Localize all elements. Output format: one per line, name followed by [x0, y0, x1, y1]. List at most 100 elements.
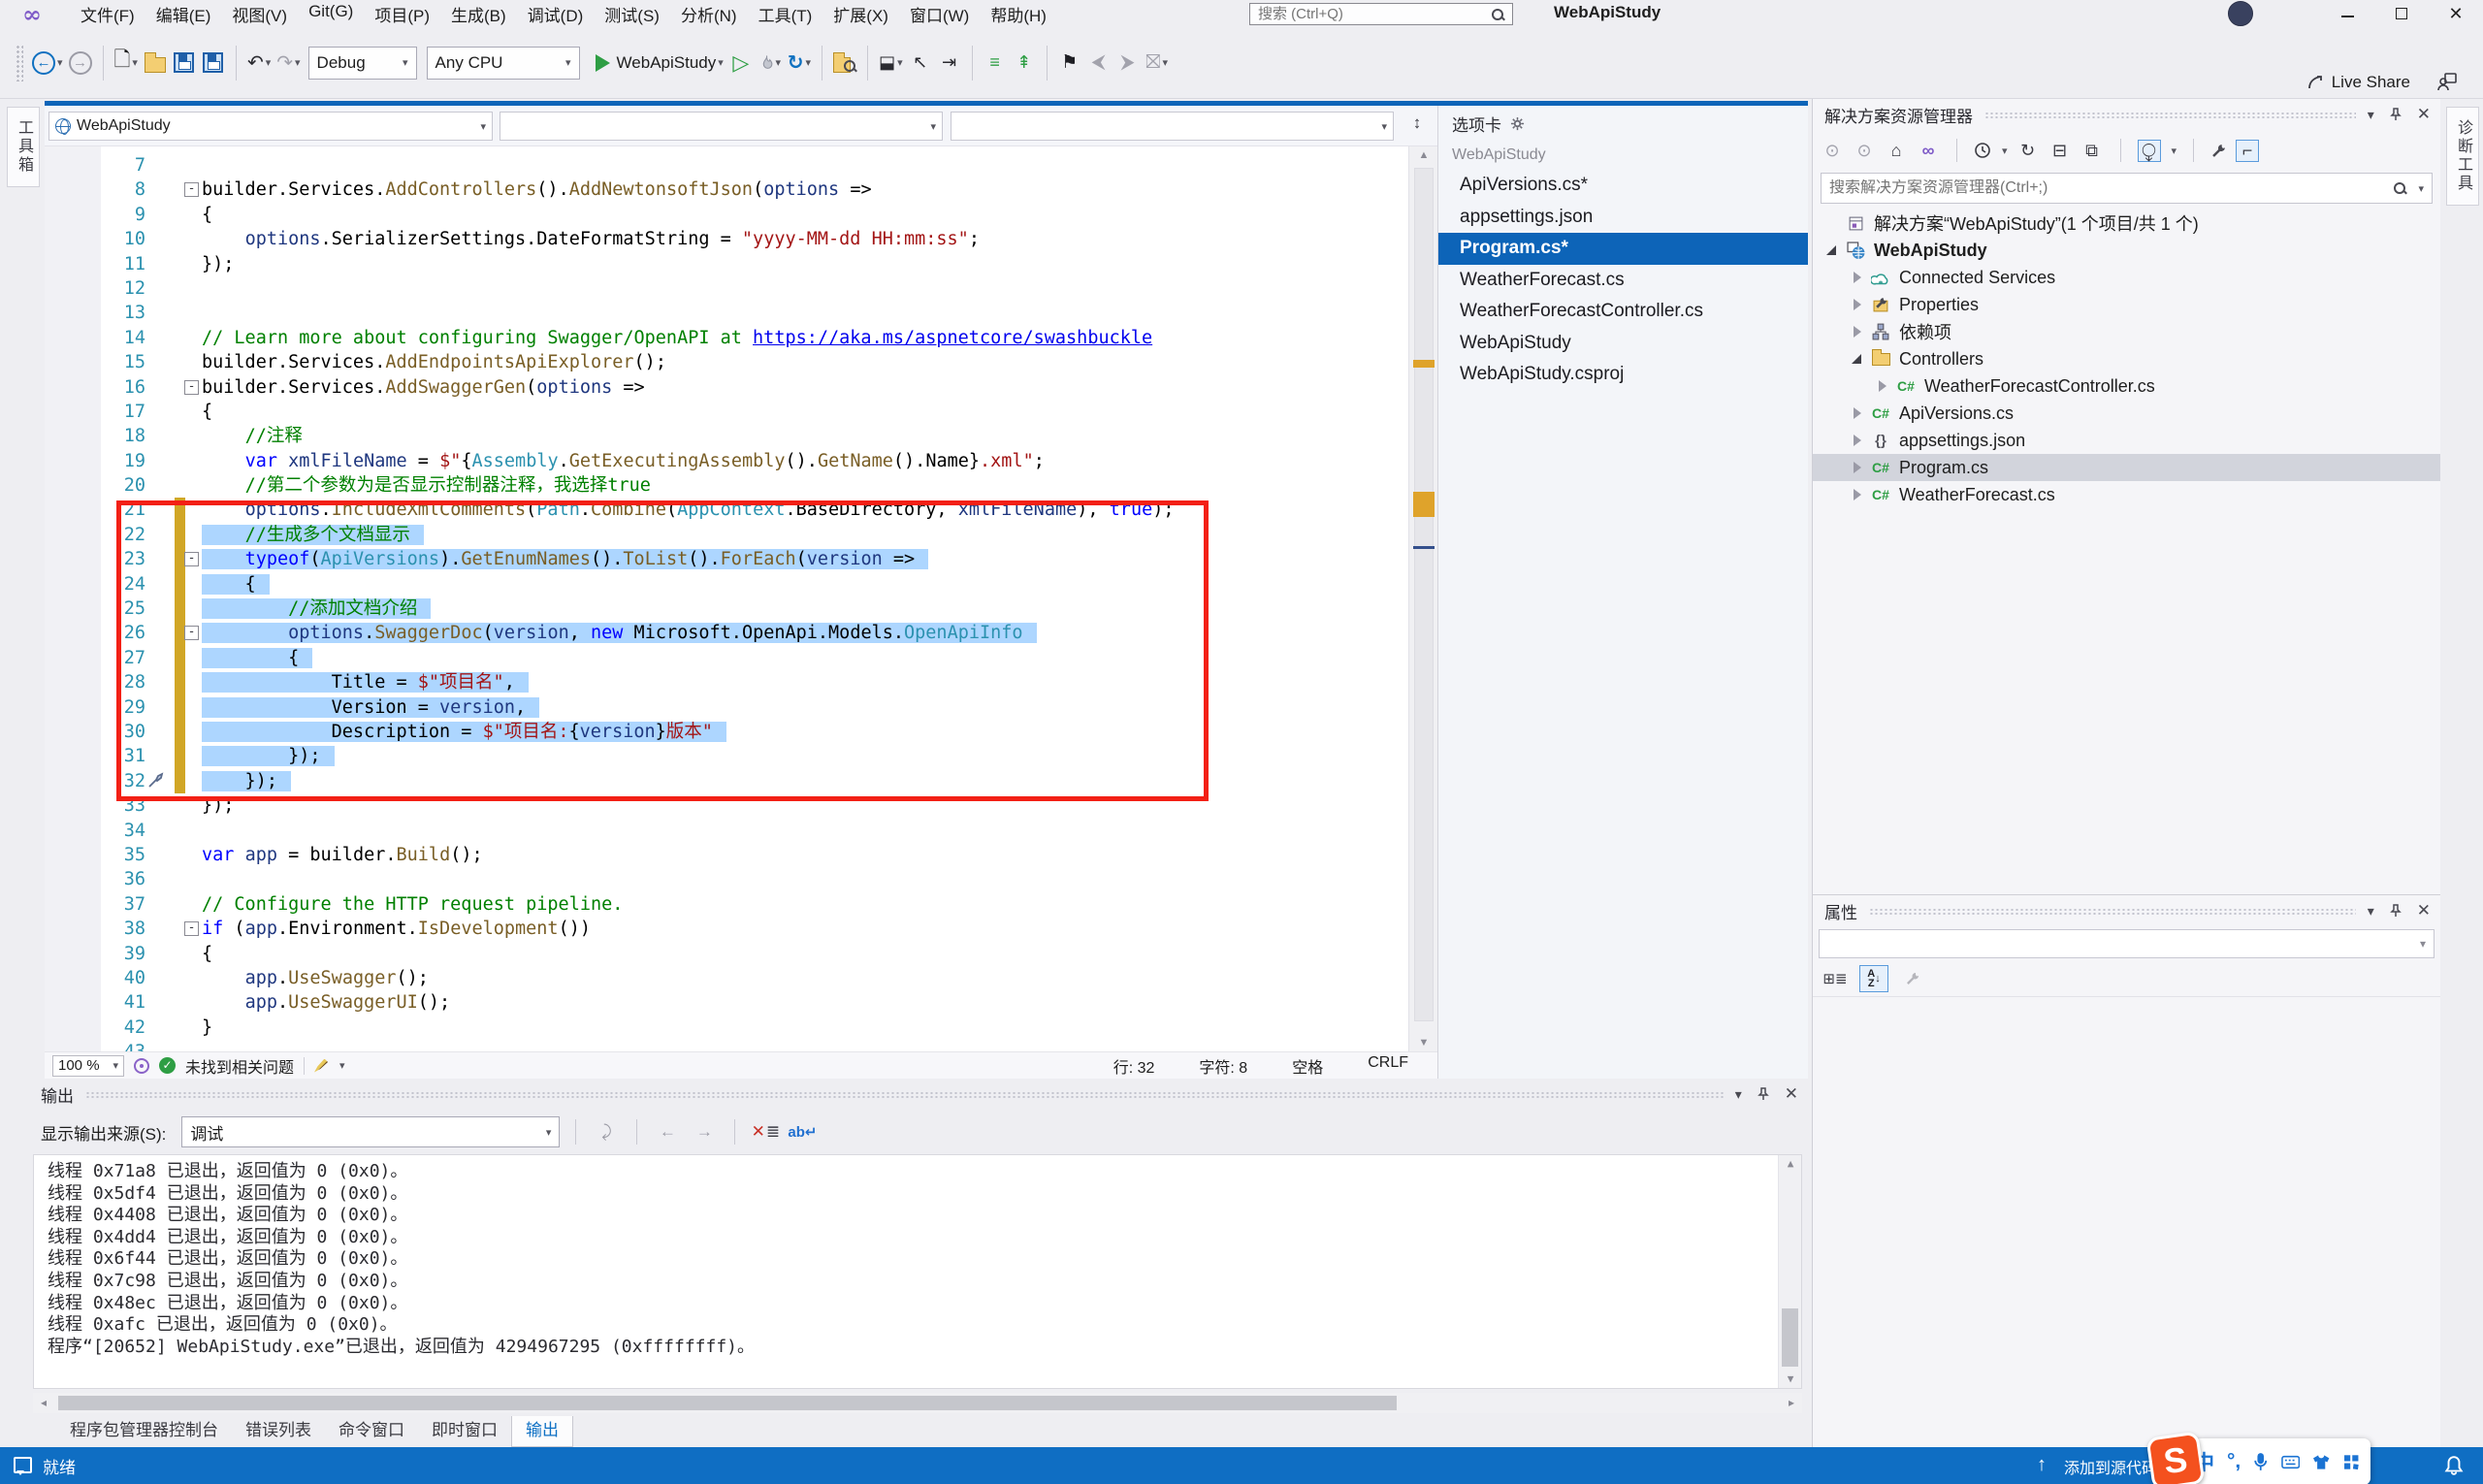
- fold-toggle[interactable]: -: [184, 182, 199, 197]
- bottom-panel-tab[interactable]: 命令窗口: [325, 1416, 418, 1447]
- gear-icon[interactable]: [1510, 116, 1525, 131]
- expand-icon[interactable]: [1852, 299, 1863, 310]
- cursor-location-button[interactable]: ↖: [906, 45, 935, 81]
- code-editor[interactable]: 78-builder.Services.AddControllers().Add…: [45, 146, 1408, 1051]
- previous-bookmark-button[interactable]: ⮜: [1084, 45, 1113, 81]
- menu-item[interactable]: 项目(P): [364, 0, 440, 28]
- window-position-dropdown-icon[interactable]: ▾: [1735, 1086, 1742, 1103]
- close-panel-icon[interactable]: ✕: [2417, 105, 2431, 124]
- output-source-dropdown[interactable]: 调试▾: [181, 1116, 560, 1147]
- expand-icon[interactable]: [1852, 435, 1863, 446]
- undo-button[interactable]: ↶▾: [244, 45, 274, 81]
- code-line[interactable]: 41 app.UseSwaggerUI();: [45, 990, 1408, 1015]
- fold-toggle[interactable]: -: [184, 921, 199, 936]
- preview-selected-items-icon[interactable]: ⌐: [2236, 140, 2259, 162]
- toolbox-tab[interactable]: 工具箱: [7, 107, 40, 187]
- toggle-bookmark-button[interactable]: ⚑: [1055, 45, 1084, 81]
- scroll-left-arrow[interactable]: ◂: [33, 1393, 54, 1413]
- expand-icon[interactable]: [1852, 489, 1863, 500]
- minimize-button[interactable]: [2320, 0, 2374, 27]
- pin-icon[interactable]: [2389, 904, 2402, 918]
- code-line[interactable]: 10 options.SerializerSettings.DateFormat…: [45, 227, 1408, 251]
- user-avatar[interactable]: [2228, 1, 2253, 26]
- add-to-source-control-arrow-icon[interactable]: ↑: [2037, 1454, 2047, 1476]
- code-line[interactable]: 12: [45, 276, 1408, 301]
- ime-toolbox-grid-icon[interactable]: [2343, 1454, 2359, 1470]
- ime-punctuation-icon[interactable]: °,: [2227, 1450, 2241, 1473]
- scrollbar-thumb[interactable]: [1414, 168, 1434, 1021]
- pending-changes-filter-icon[interactable]: [1974, 142, 1991, 159]
- tree-item[interactable]: Controllers: [1813, 345, 2440, 372]
- code-cleanup-dropdown[interactable]: ▾: [339, 1059, 345, 1072]
- member-dropdown[interactable]: ▾: [951, 112, 1394, 141]
- start-without-debugging-button[interactable]: ▷: [726, 45, 756, 81]
- tree-item[interactable]: Connected Services: [1813, 264, 2440, 291]
- code-line[interactable]: 15builder.Services.AddEndpointsApiExplor…: [45, 350, 1408, 374]
- notifications-bell-icon[interactable]: [2444, 1455, 2464, 1476]
- wrench-icon[interactable]: [2210, 143, 2227, 159]
- output-vertical-scrollbar[interactable]: ▲ ▼: [1778, 1155, 1801, 1388]
- close-panel-icon[interactable]: ✕: [2417, 901, 2431, 920]
- expand-icon[interactable]: [1852, 326, 1863, 338]
- document-tab[interactable]: WeatherForecast.cs: [1438, 265, 1808, 297]
- expand-icon[interactable]: [1852, 462, 1863, 473]
- line-indent-button[interactable]: ⇥: [935, 45, 964, 81]
- property-pages-wrench-icon[interactable]: [1898, 965, 1927, 992]
- tree-item[interactable]: 依赖项: [1813, 318, 2440, 345]
- tree-item[interactable]: C#WeatherForecast.cs: [1813, 481, 2440, 508]
- redo-button[interactable]: ↷▾: [274, 45, 303, 81]
- solution-explorer-header[interactable]: 解决方案资源管理器 ▾ ✕: [1813, 99, 2440, 130]
- live-share-button[interactable]: Live Share: [2303, 64, 2413, 101]
- save-all-button[interactable]: [199, 45, 228, 81]
- scrollbar-thumb[interactable]: [58, 1396, 1397, 1410]
- window-position-dropdown-icon[interactable]: ▾: [2368, 107, 2374, 123]
- output-header[interactable]: 输出 ▾ ✕: [27, 1079, 1808, 1110]
- solution-search-input[interactable]: [1822, 179, 2393, 197]
- code-line[interactable]: 42}: [45, 1016, 1408, 1040]
- search-input[interactable]: [1250, 6, 1491, 22]
- sogou-logo-icon[interactable]: S: [2146, 1432, 2206, 1484]
- start-debugging-button[interactable]: WebApiStudy▾: [593, 45, 726, 81]
- pin-icon[interactable]: [2389, 108, 2402, 121]
- bottom-panel-tab[interactable]: 输出: [511, 1416, 573, 1447]
- code-line[interactable]: 18 //注释: [45, 424, 1408, 448]
- output-console[interactable]: 线程 0x71a8 已退出，返回值为 0 (0x0)。线程 0x5df4 已退出…: [33, 1154, 1802, 1389]
- alphabetical-sort-icon[interactable]: AZ↓: [1859, 965, 1888, 992]
- menu-item[interactable]: 测试(S): [594, 0, 670, 28]
- solution-configuration-dropdown[interactable]: Debug▾: [308, 47, 417, 80]
- scrollbar-up-arrow[interactable]: ▲: [1409, 146, 1438, 164]
- menu-item[interactable]: 扩展(X): [822, 0, 899, 28]
- diagnostic-tools-tab[interactable]: 诊断工具: [2446, 107, 2479, 206]
- word-wrap-icon[interactable]: ab↵: [788, 1117, 817, 1146]
- document-tab[interactable]: Program.cs*: [1438, 233, 1808, 265]
- tree-item[interactable]: 解决方案“WebApiStudy”(1 个项目/共 1 个): [1813, 210, 2440, 237]
- quick-search-box[interactable]: [1249, 3, 1513, 25]
- indent-decrease-button[interactable]: ≡: [981, 45, 1010, 81]
- bottom-panel-tab[interactable]: 程序包管理器控制台: [56, 1416, 232, 1447]
- solution-search-box[interactable]: ▾: [1821, 173, 2433, 204]
- scrollbar-down-arrow[interactable]: ▼: [1409, 1034, 1438, 1051]
- keyboard-icon[interactable]: [2281, 1455, 2300, 1469]
- code-cleanup-icon[interactable]: [314, 1059, 328, 1073]
- output-horizontal-scrollbar[interactable]: ◂ ▸: [33, 1393, 1802, 1413]
- properties-object-dropdown[interactable]: ▾: [1819, 929, 2435, 958]
- pin-icon[interactable]: [1757, 1087, 1770, 1101]
- feedback-button[interactable]: [2433, 64, 2462, 101]
- maximize-button[interactable]: [2374, 0, 2429, 27]
- code-line[interactable]: 35var app = builder.Build();: [45, 843, 1408, 867]
- whitespace-indicator[interactable]: 空格: [1292, 1054, 1323, 1078]
- zoom-dropdown[interactable]: 100 %▾: [52, 1055, 124, 1077]
- intellicode-icon[interactable]: [134, 1058, 149, 1074]
- menu-item[interactable]: Git(G): [298, 0, 364, 28]
- close-button[interactable]: ✕: [2429, 0, 2483, 27]
- find-in-files-button[interactable]: [830, 45, 859, 81]
- restart-button[interactable]: ↻▾: [785, 45, 814, 81]
- navigate-backward-code-button[interactable]: ⬓▾: [876, 45, 906, 81]
- document-tab[interactable]: ApiVersions.cs*: [1438, 170, 1808, 202]
- code-line[interactable]: 19 var xmlFileName = $"{Assembly.GetExec…: [45, 449, 1408, 473]
- solution-platform-dropdown[interactable]: Any CPU▾: [427, 47, 580, 80]
- code-line[interactable]: 9{: [45, 203, 1408, 227]
- indent-increase-button[interactable]: ⇞: [1010, 45, 1039, 81]
- window-position-dropdown-icon[interactable]: ▾: [2368, 903, 2374, 919]
- fold-toggle[interactable]: -: [184, 380, 199, 395]
